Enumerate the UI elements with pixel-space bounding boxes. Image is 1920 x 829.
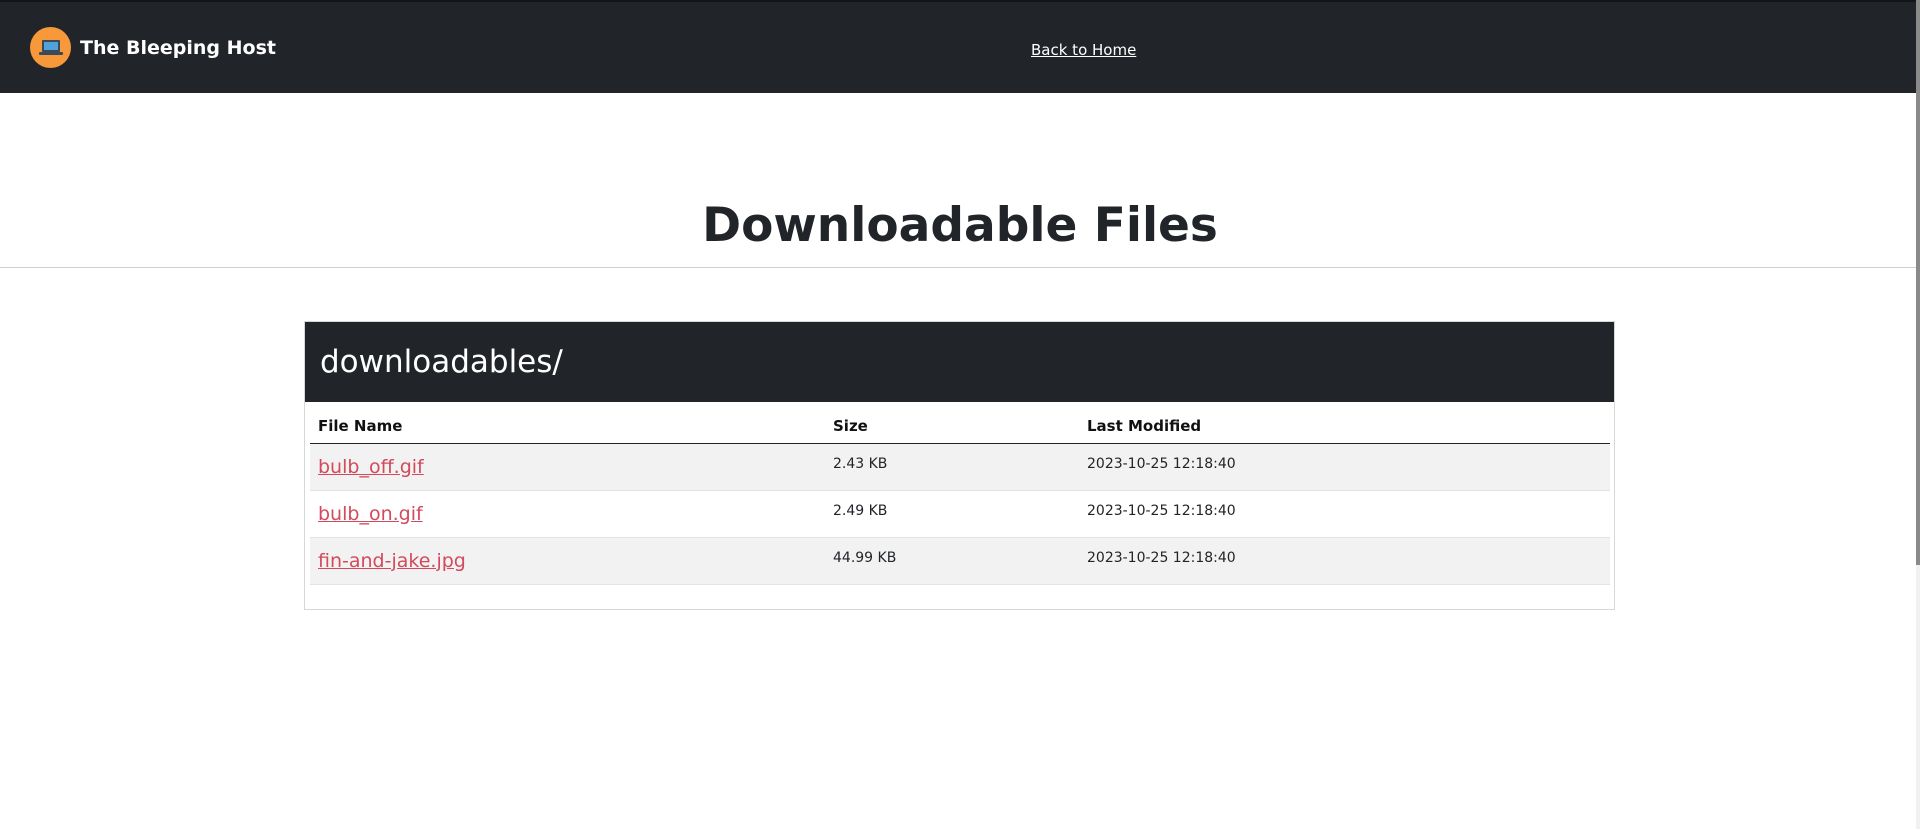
file-modified-cell: 2023-10-25 12:18:40 — [1079, 443, 1610, 491]
title-divider — [0, 267, 1916, 268]
files-table: File Name Size Last Modified bulb_off.gi… — [310, 409, 1610, 585]
laptop-icon — [30, 27, 71, 68]
brand-name: The Bleeping Host — [80, 36, 276, 59]
table-row: bulb_off.gif 2.43 KB 2023-10-25 12:18:40 — [310, 443, 1610, 491]
brand-link[interactable]: The Bleeping Host — [30, 27, 276, 68]
directory-header: downloadables/ — [305, 322, 1614, 402]
file-name-cell: bulb_on.gif — [310, 490, 825, 538]
file-size-cell: 44.99 KB — [825, 537, 1079, 585]
file-link[interactable]: bulb_off.gif — [318, 456, 424, 478]
page: The Bleeping Host Back to Home Downloada… — [0, 0, 1920, 829]
page-scrollbar[interactable] — [1916, 0, 1920, 829]
table-header-row: File Name Size Last Modified — [310, 409, 1610, 444]
table-row: fin-and-jake.jpg 44.99 KB 2023-10-25 12:… — [310, 537, 1610, 585]
navbar: The Bleeping Host Back to Home — [0, 0, 1916, 93]
column-header-last-modified: Last Modified — [1079, 409, 1610, 444]
file-link[interactable]: bulb_on.gif — [318, 503, 423, 525]
directory-title: downloadables/ — [320, 344, 563, 380]
file-link[interactable]: fin-and-jake.jpg — [318, 550, 466, 572]
table-row: bulb_on.gif 2.49 KB 2023-10-25 12:18:40 — [310, 490, 1610, 538]
column-header-file-name: File Name — [310, 409, 825, 444]
column-header-size: Size — [825, 409, 1079, 444]
file-modified-cell: 2023-10-25 12:18:40 — [1079, 537, 1610, 585]
file-size-cell: 2.43 KB — [825, 443, 1079, 491]
scrollbar-thumb[interactable] — [1916, 0, 1920, 565]
page-title: Downloadable Files — [702, 198, 1218, 253]
file-modified-cell: 2023-10-25 12:18:40 — [1079, 490, 1610, 538]
file-size-cell: 2.49 KB — [825, 490, 1079, 538]
file-name-cell: bulb_off.gif — [310, 443, 825, 491]
files-card: downloadables/ File Name Size Last Modif… — [304, 321, 1615, 610]
back-to-home-link[interactable]: Back to Home — [1031, 41, 1136, 59]
file-name-cell: fin-and-jake.jpg — [310, 537, 825, 585]
